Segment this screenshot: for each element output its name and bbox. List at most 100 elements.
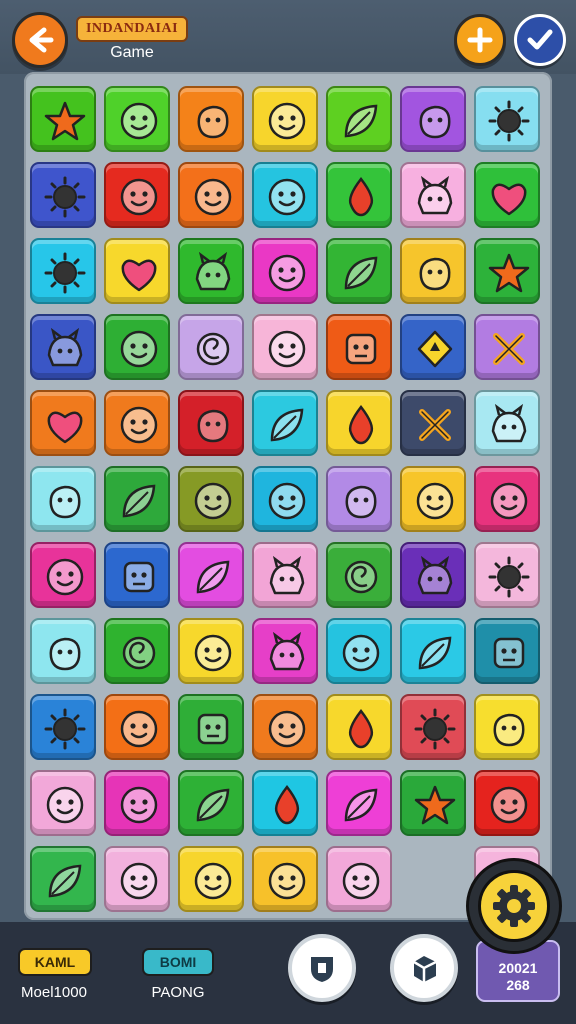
game-tile[interactable] [252,618,318,684]
game-tile[interactable] [178,314,244,380]
game-tile[interactable] [30,162,96,228]
game-tile[interactable] [104,86,170,152]
creature-icon [269,631,305,671]
game-tile[interactable] [30,314,96,380]
game-tile[interactable] [252,314,318,380]
mode-b-button[interactable]: BOMI [142,948,214,976]
checkmark-icon [527,29,553,50]
game-tile[interactable] [400,390,466,456]
game-tile[interactable] [178,162,244,228]
game-tile[interactable] [30,238,96,304]
game-tile[interactable] [400,618,466,684]
game-tile[interactable] [104,390,170,456]
box-icon [123,561,155,593]
game-tile[interactable] [474,314,540,380]
game-tile[interactable] [474,618,540,684]
game-tile[interactable] [326,846,392,912]
face-icon [46,786,84,824]
game-tile[interactable] [30,390,96,456]
game-tile[interactable] [326,238,392,304]
game-tile[interactable] [400,770,466,836]
face-icon [120,330,158,368]
game-tile[interactable] [252,466,318,532]
game-tile[interactable] [104,618,170,684]
game-tile[interactable] [104,846,170,912]
shield-tool-button[interactable] [288,934,356,1002]
game-tile[interactable] [178,466,244,532]
game-tile[interactable] [326,770,392,836]
game-tile[interactable] [474,694,540,760]
game-tile[interactable] [326,542,392,608]
game-tile[interactable] [326,314,392,380]
add-button[interactable] [454,14,506,66]
face-icon [268,330,306,368]
game-tile[interactable] [252,86,318,152]
game-tile[interactable] [252,542,318,608]
game-tile[interactable] [104,162,170,228]
game-tile[interactable] [30,618,96,684]
game-tile[interactable] [178,390,244,456]
tile-board [24,72,552,920]
game-tile[interactable] [252,770,318,836]
game-tile[interactable] [30,542,96,608]
back-arrow-icon [29,27,54,53]
sun-icon [44,176,86,218]
game-tile[interactable] [252,238,318,304]
game-tile[interactable] [104,770,170,836]
game-tile[interactable] [104,694,170,760]
settings-button[interactable] [466,858,562,954]
game-tile[interactable] [400,466,466,532]
game-tile[interactable] [474,542,540,608]
game-tile[interactable] [178,238,244,304]
leaf-icon [122,484,156,518]
game-tile[interactable] [252,694,318,760]
game-tile[interactable] [178,846,244,912]
game-tile[interactable] [30,694,96,760]
confirm-button[interactable] [514,14,566,66]
game-tile[interactable] [104,238,170,304]
game-tile[interactable] [474,466,540,532]
blob-icon [49,485,81,519]
face-icon [46,558,84,596]
game-tile[interactable] [326,162,392,228]
blob-icon [493,713,525,747]
game-tile[interactable] [326,466,392,532]
game-tile[interactable] [178,618,244,684]
game-tile[interactable] [30,846,96,912]
game-tile[interactable] [474,770,540,836]
cube-tool-button[interactable] [390,934,458,1002]
game-tile[interactable] [326,86,392,152]
mode-a-button[interactable]: KAML [18,948,92,976]
game-tile[interactable] [474,390,540,456]
game-tile[interactable] [326,390,392,456]
face-icon [120,710,158,748]
game-tile[interactable] [252,846,318,912]
game-tile[interactable] [400,314,466,380]
game-tile[interactable] [400,542,466,608]
game-tile[interactable] [178,694,244,760]
game-tile[interactable] [104,314,170,380]
face-icon [194,178,232,216]
back-button[interactable] [12,12,68,68]
face-icon [268,862,306,900]
game-tile[interactable] [30,86,96,152]
game-tile[interactable] [326,694,392,760]
game-tile[interactable] [104,466,170,532]
game-tile[interactable] [400,86,466,152]
game-tile[interactable] [30,770,96,836]
game-tile[interactable] [474,86,540,152]
game-tile[interactable] [326,618,392,684]
game-tile[interactable] [178,86,244,152]
game-tile[interactable] [252,162,318,228]
game-tile[interactable] [178,770,244,836]
game-tile[interactable] [30,466,96,532]
game-tile[interactable] [400,162,466,228]
game-tile[interactable] [474,162,540,228]
game-tile[interactable] [474,238,540,304]
game-tile[interactable] [104,542,170,608]
game-tile[interactable] [400,238,466,304]
game-tile[interactable] [400,694,466,760]
game-tile[interactable] [252,390,318,456]
blob-icon [345,485,377,519]
game-tile[interactable] [178,542,244,608]
